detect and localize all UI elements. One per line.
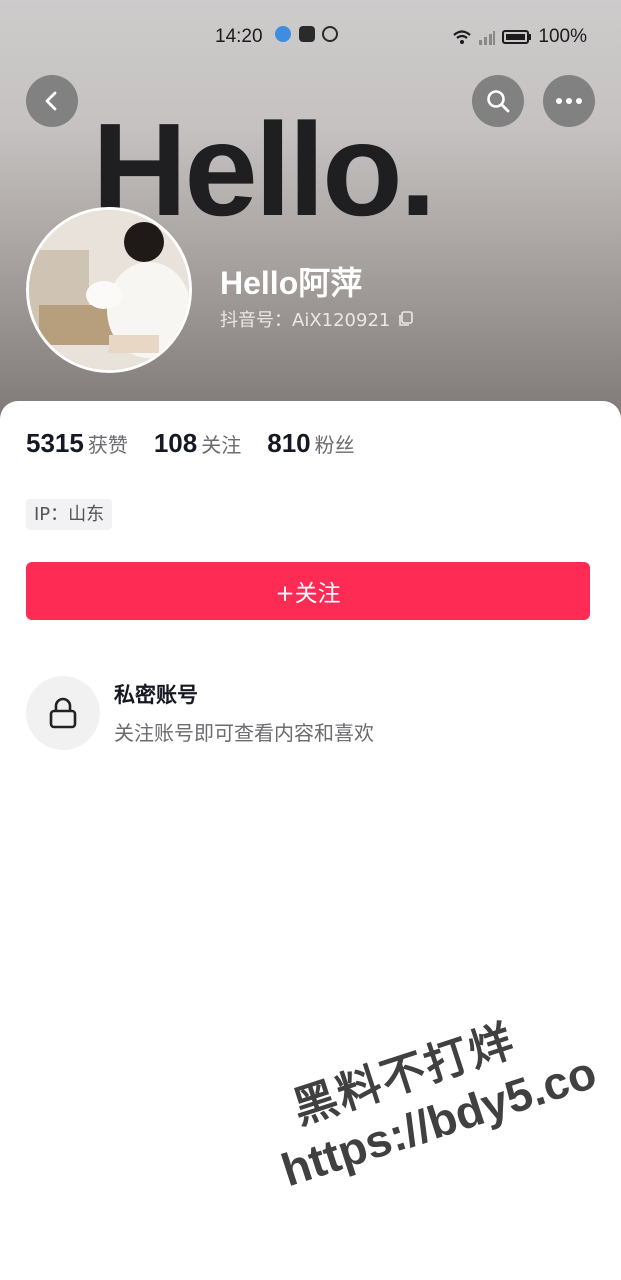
stats-row: 5315 获赞 108 关注 810 粉丝 [26,428,355,459]
status-bar: 14:20 100% [0,20,621,52]
signal-icon [479,31,496,45]
profile-name: Hello阿萍 [220,265,363,301]
stat-following-label: 关注 [201,433,242,457]
private-account-icon-wrap [26,676,100,750]
copy-icon[interactable] [398,311,414,327]
stat-followers-value: 810 [267,428,311,458]
search-button[interactable] [472,75,524,127]
douyin-id-text: 抖音号：AiX120921 [220,310,391,331]
douyin-id-row: 抖音号：AiX120921 [220,306,414,332]
private-account-title: 私密账号 [114,683,198,707]
alert-notification-icon [322,26,338,42]
wifi-icon [453,30,472,44]
search-icon [487,90,510,113]
battery-percent: 100% [538,26,587,47]
private-account-description: 关注账号即可查看内容和喜欢 [114,721,374,745]
stat-following[interactable]: 108 关注 [154,428,241,459]
lock-icon [49,697,77,729]
avatar-photo [29,210,189,370]
stat-likes-value: 5315 [26,428,84,458]
stat-following-value: 108 [153,428,198,458]
back-button[interactable] [26,75,78,127]
app-notification-icon [299,26,315,42]
stat-followers-label: 粉丝 [314,433,355,457]
stat-likes[interactable]: 5315 获赞 [26,428,128,459]
status-time: 14:20 [215,26,263,47]
browser-notification-icon [275,26,291,42]
stat-followers[interactable]: 810 粉丝 [267,428,354,459]
stat-likes-label: 获赞 [87,433,128,457]
follow-button[interactable]: +关注 [26,562,590,620]
avatar[interactable] [26,207,192,373]
ip-location-tag: IP：山东 [26,499,113,530]
chevron-left-icon [45,91,57,111]
battery-icon [502,30,532,44]
more-button[interactable] [543,75,595,127]
more-horizontal-icon [556,98,582,104]
